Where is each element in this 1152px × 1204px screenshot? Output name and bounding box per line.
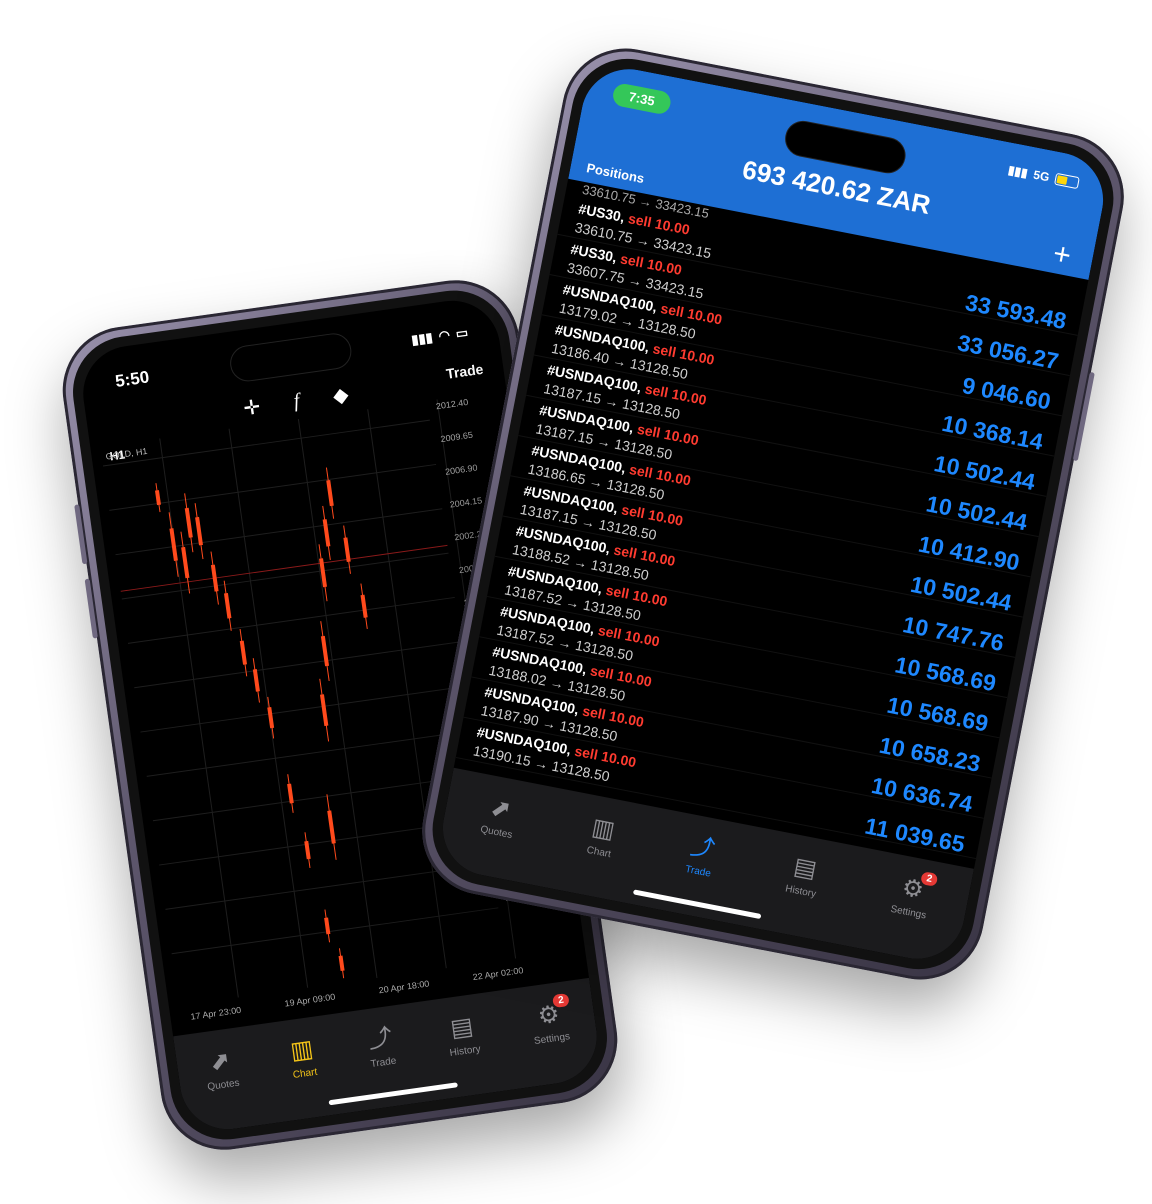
tab-label: Trade [370,1055,398,1071]
history-icon: ▤ [791,852,819,884]
candle-body [319,694,329,727]
status-time: 5:50 [114,367,151,391]
grid-line [297,418,378,979]
chart-icon: ▥ [288,1035,315,1066]
time-tick-label: 20 Apr 18:00 [378,978,430,995]
shapes-icon[interactable]: ◆ [331,381,350,408]
grid-line [134,641,462,689]
tab-label: Trade [684,863,712,880]
candle-body [343,537,351,563]
crosshair-icon[interactable]: ✛ [242,394,262,421]
grid-line [121,552,449,600]
volume-up-button [74,504,88,565]
candle-body [338,955,345,972]
notification-badge: 2 [552,992,570,1009]
wifi-icon: ◠ [437,327,451,344]
status-time: 7:35 [611,82,673,116]
status-icons: ▮▮▮ 5G [1007,163,1080,190]
grid-line [171,907,499,955]
chart-icon: ▥ [589,813,618,845]
price-tick-label: 2006.90 [445,463,479,477]
tab-label: Chart [292,1066,319,1081]
current-price-line [120,544,448,592]
status-icons: ▮▮▮ ◠ ▭ [410,325,469,349]
battery-icon [1054,172,1080,190]
grid-line [146,729,474,777]
candle-body [195,516,203,546]
tab-history[interactable]: ▤ History [445,1012,482,1059]
trade-icon: ⤴ [688,832,717,864]
tab-settings[interactable]: ⚙ Settings 2 [889,871,939,922]
candle-body [360,594,368,618]
positions-list[interactable]: 33610.75 → 33423.15 #US30, sell 10.00 336… [454,179,1089,869]
candle-body [181,546,190,579]
quotes-icon: ⬈ [208,1046,233,1077]
trade-screen: 7:35 ▮▮▮ 5G 693 420.62 ZAR Positions + 3… [434,60,1112,968]
tab-trade[interactable]: ⤴ Trade [366,1024,397,1070]
tab-chart[interactable]: ▥ Chart [288,1035,318,1081]
tab-trade[interactable]: ⤴ Trade [684,833,717,880]
tab-label: Chart [585,844,612,861]
price-tick-label: 2012.40 [435,397,469,411]
candle-body [169,528,178,561]
tab-label: Settings [533,1031,571,1048]
price-tick-label: 2009.65 [440,430,474,444]
tab-settings[interactable]: ⚙ Settings 2 [529,992,571,1048]
tab-quotes[interactable]: ⬈ Quotes [479,793,519,841]
indicators-button[interactable]: f [292,389,301,413]
right-phone: 7:35 ▮▮▮ 5G 693 420.62 ZAR Positions + 3… [411,37,1135,991]
candle-body [287,783,294,804]
grid-line [127,596,455,644]
grid-line [367,409,447,969]
tab-label: Settings [889,903,928,922]
tab-label: History [784,883,817,901]
candle-body [326,480,334,507]
tab-quotes[interactable]: ⬈ Quotes [202,1046,240,1093]
time-tick-label: 17 Apr 23:00 [190,1005,242,1022]
signal-icon: ▮▮▮ [1006,162,1030,181]
candle-body [223,592,232,619]
volume-down-button [84,578,98,639]
network-label: 5G [1032,167,1051,185]
quotes-icon: ⬈ [488,793,514,825]
candle-body [322,519,331,547]
tab-chart[interactable]: ▥ Chart [586,813,618,860]
time-tick-label: 19 Apr 09:00 [284,992,336,1009]
candle-body [327,810,336,844]
tab-label: Quotes [206,1077,241,1094]
candle-body [252,669,260,692]
price-tick-label: 2004.15 [449,495,483,509]
tab-history[interactable]: ▤ History [784,852,823,900]
history-icon: ▤ [448,1012,475,1043]
candle-body [239,640,248,665]
grid-line [115,508,443,556]
signal-icon: ▮▮▮ [410,329,434,348]
candle-body [184,507,193,538]
tab-label: Quotes [479,824,514,842]
trade-icon: ⤴ [366,1024,394,1055]
candle-body [267,707,275,729]
candle-body [154,490,161,506]
symbol-label: GOLD, H1 [105,446,148,462]
battery-icon: ▭ [454,324,469,342]
tab-label: History [449,1043,482,1059]
grid-line [140,685,468,733]
time-tick-label: 22 Apr 02:00 [472,965,524,982]
